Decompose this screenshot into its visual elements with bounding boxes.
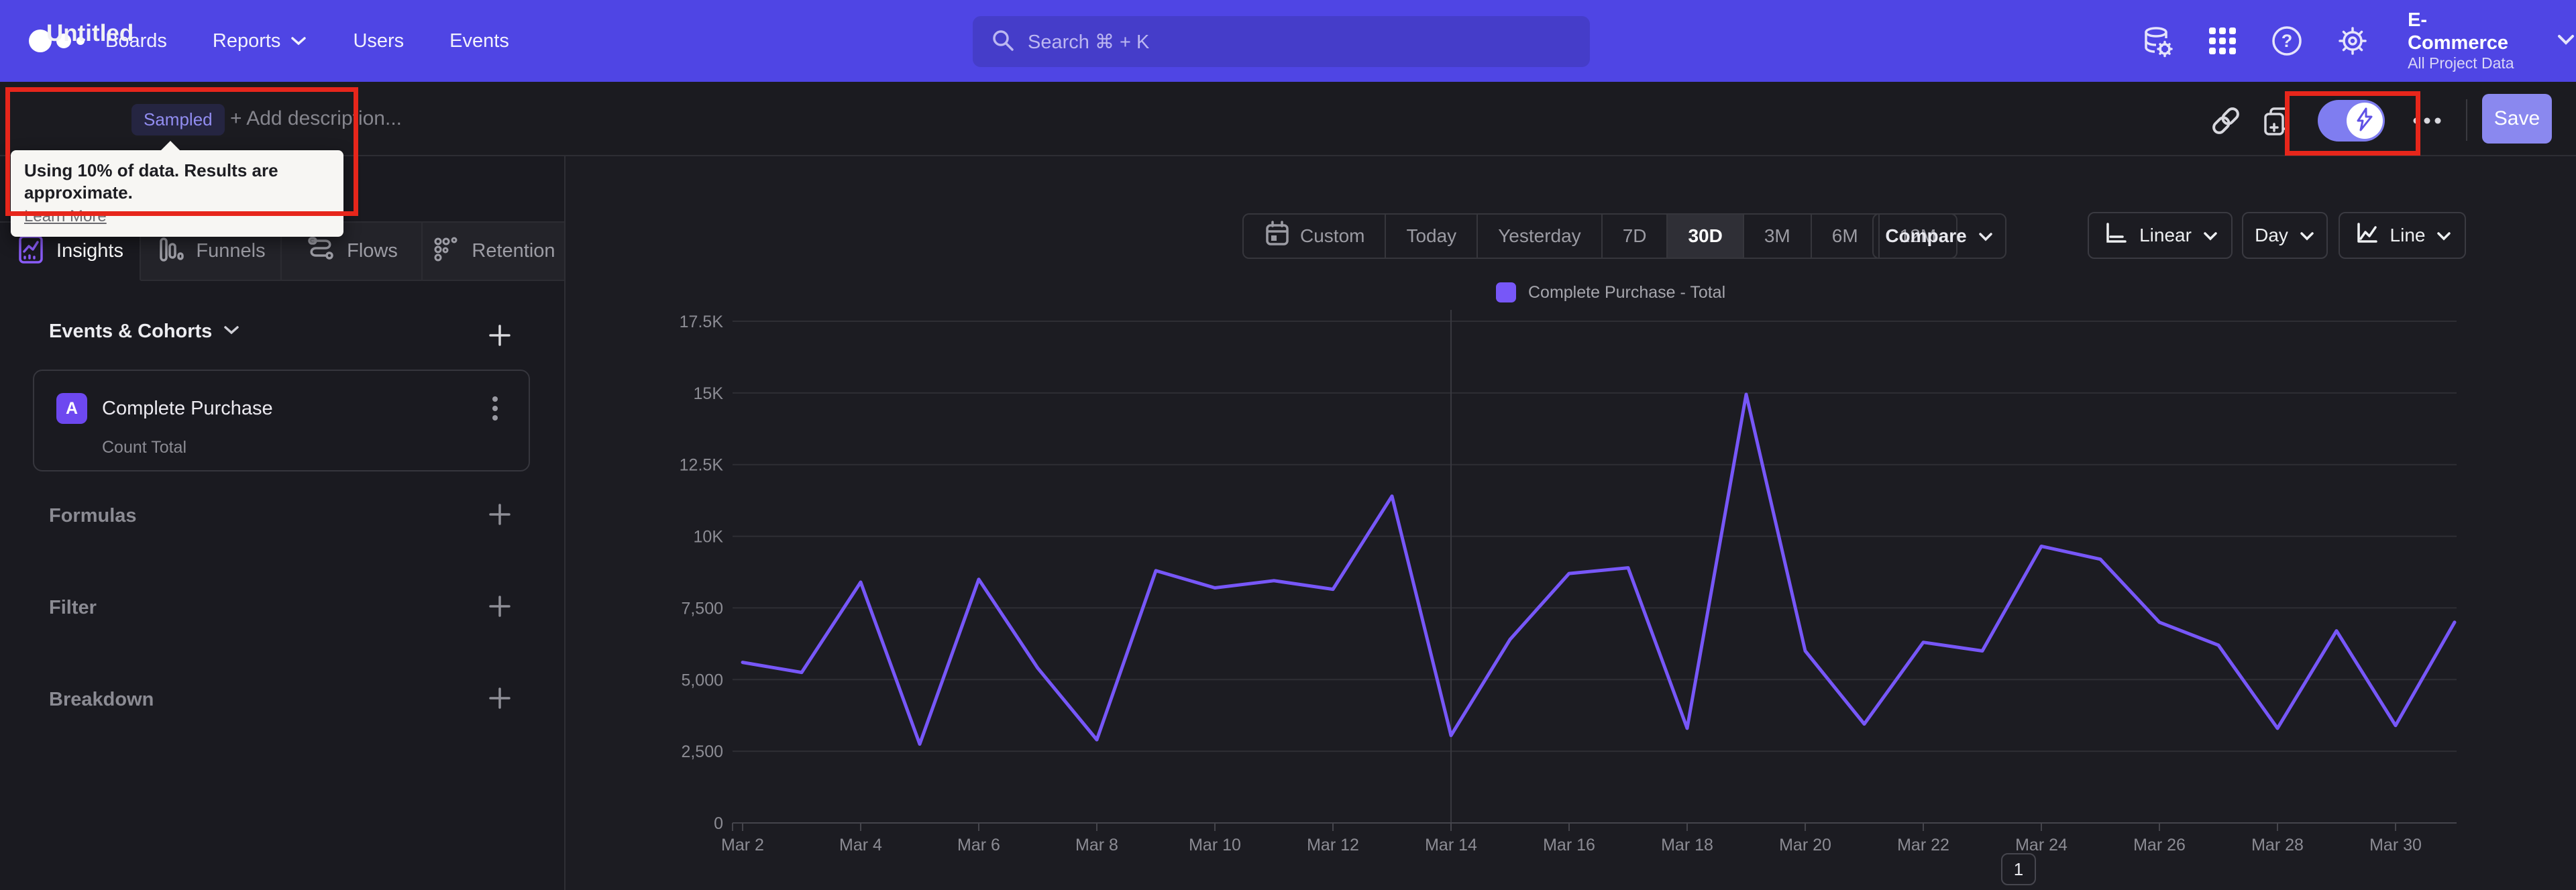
- event-metric[interactable]: Count Total: [102, 438, 186, 457]
- y-axis-tick-label: 7,500: [681, 599, 723, 618]
- filter-label: Filter: [49, 597, 97, 618]
- tab-retention[interactable]: Retention: [423, 223, 564, 281]
- add-description-button[interactable]: + Add description...: [230, 107, 402, 130]
- more-options-icon[interactable]: [2408, 102, 2446, 140]
- y-axis-tick-label: 0: [714, 814, 723, 833]
- tab-label: Insights: [56, 240, 123, 262]
- sampling-toggle[interactable]: [2318, 100, 2385, 142]
- app-root: Boards Reports Users Events Search ⌘ + K: [0, 0, 2576, 890]
- flows-icon: [305, 234, 336, 268]
- x-axis-tick-label: Mar 4: [839, 836, 882, 854]
- events-cohorts-title: Events & Cohorts: [49, 321, 213, 342]
- data-management-icon[interactable]: [2140, 23, 2175, 58]
- x-axis-tick-label: Mar 2: [721, 836, 764, 854]
- insights-icon: [16, 233, 46, 269]
- x-axis-tick-label: Mar 18: [1661, 836, 1713, 854]
- event-options-icon[interactable]: [480, 393, 510, 424]
- sampling-tooltip: Using 10% of data. Results are approxima…: [11, 141, 343, 237]
- search-icon: [990, 27, 1016, 56]
- nav-item-reports[interactable]: Reports: [213, 30, 308, 52]
- search-placeholder: Search ⌘ + K: [1028, 31, 1150, 53]
- settings-gear-icon[interactable]: [2335, 23, 2370, 58]
- tooltip-message: Using 10% of data. Results are approxima…: [24, 160, 278, 203]
- series-line: [741, 392, 2457, 746]
- x-axis-tick-label: Mar 24: [2015, 836, 2068, 854]
- x-axis-tick-label: Mar 28: [2251, 836, 2304, 854]
- copy-link-icon[interactable]: [2207, 102, 2245, 140]
- x-axis-tick-label: Mar 10: [1189, 836, 1241, 854]
- nav-right-cluster: ? E-Commerce All Project Data: [2140, 0, 2576, 82]
- retention-icon: [431, 235, 461, 268]
- breakdown-label: Breakdown: [49, 689, 154, 710]
- tab-label: Funnels: [196, 240, 266, 262]
- formulas-section: Formulas: [0, 498, 564, 536]
- x-axis-tick-label: Mar 12: [1307, 836, 1359, 854]
- query-sidebar: Insights Funnels Flows Retention Events …: [0, 156, 564, 890]
- y-axis-tick-label: 10K: [694, 528, 724, 547]
- add-filter-button[interactable]: [485, 592, 515, 621]
- sampled-badge[interactable]: Sampled: [131, 104, 225, 135]
- x-axis-tick-label: Mar 16: [1543, 836, 1595, 854]
- add-formula-button[interactable]: [485, 500, 515, 529]
- y-axis-tick-label: 15K: [694, 384, 724, 403]
- add-breakdown-button[interactable]: [485, 683, 515, 713]
- x-axis-tick-label: Mar 14: [1425, 836, 1477, 854]
- funnels-icon: [156, 233, 185, 269]
- learn-more-link[interactable]: Learn More: [24, 207, 107, 226]
- add-to-board-icon[interactable]: [2258, 102, 2296, 140]
- x-axis-tick-label: Mar 20: [1779, 836, 1831, 854]
- svg-text:?: ?: [2282, 31, 2293, 51]
- project-scope: All Project Data: [2408, 54, 2514, 72]
- x-axis-tick-label: Mar 6: [957, 836, 1000, 854]
- events-cohorts-header[interactable]: Events & Cohorts: [49, 321, 240, 343]
- nav-item-users[interactable]: Users: [353, 30, 404, 52]
- y-axis-tick-label: 2,500: [681, 742, 723, 761]
- nav-label: Reports: [212, 30, 281, 52]
- report-title[interactable]: Untitled: [46, 20, 133, 47]
- project-switcher[interactable]: E-Commerce All Project Data: [2408, 9, 2521, 72]
- y-axis-tick-label: 5,000: [681, 671, 723, 689]
- breakdown-section: Breakdown: [0, 682, 564, 720]
- header-divider: [2466, 99, 2467, 141]
- search-input[interactable]: Search ⌘ + K: [973, 16, 1590, 67]
- y-axis-tick-label: 12.5K: [680, 456, 724, 475]
- event-letter-badge: A: [56, 393, 87, 424]
- save-button[interactable]: Save: [2482, 94, 2552, 144]
- chevron-down-icon: [223, 324, 240, 339]
- pagination-page-button[interactable]: 1: [2001, 853, 2036, 885]
- x-axis-tick-label: Mar 26: [2133, 836, 2186, 854]
- toggle-knob: [2347, 103, 2383, 139]
- x-axis-tick-label: Mar 30: [2369, 836, 2422, 854]
- chevron-down-icon: [290, 30, 307, 52]
- formulas-label: Formulas: [49, 505, 137, 526]
- top-nav: Boards Reports Users Events Search ⌘ + K: [0, 0, 2576, 82]
- x-axis-tick-label: Mar 8: [1075, 836, 1118, 854]
- add-event-button[interactable]: [485, 321, 515, 350]
- nav-item-events[interactable]: Events: [449, 30, 509, 52]
- tab-label: Retention: [472, 240, 555, 262]
- chevron-down-icon[interactable]: [2556, 33, 2576, 50]
- help-icon[interactable]: ?: [2269, 23, 2304, 58]
- tab-label: Flows: [347, 240, 398, 262]
- nav-label: Events: [449, 30, 509, 52]
- project-name: E-Commerce: [2408, 9, 2508, 54]
- line-chart-canvas[interactable]: 0 2,500 5,000 7,500 10K 12.5K 15K 17.5K Mar 2 Mar…: [566, 156, 2576, 890]
- nav-label: Users: [353, 30, 405, 52]
- x-axis-tick-label: Mar 22: [1897, 836, 1949, 854]
- nav-items: Boards Reports Users Events: [105, 0, 509, 82]
- chart-panel: Custom Today Yesterday 7D 30D 3M 6M 12M …: [564, 156, 2576, 890]
- event-card[interactable]: A Complete Purchase Count Total: [33, 370, 530, 471]
- y-axis-tick-label: 17.5K: [680, 313, 724, 331]
- lightning-bolt-icon: [2353, 107, 2376, 135]
- event-name[interactable]: Complete Purchase: [102, 398, 273, 420]
- filter-section: Filter: [0, 590, 564, 628]
- apps-grid-icon[interactable]: [2206, 23, 2239, 58]
